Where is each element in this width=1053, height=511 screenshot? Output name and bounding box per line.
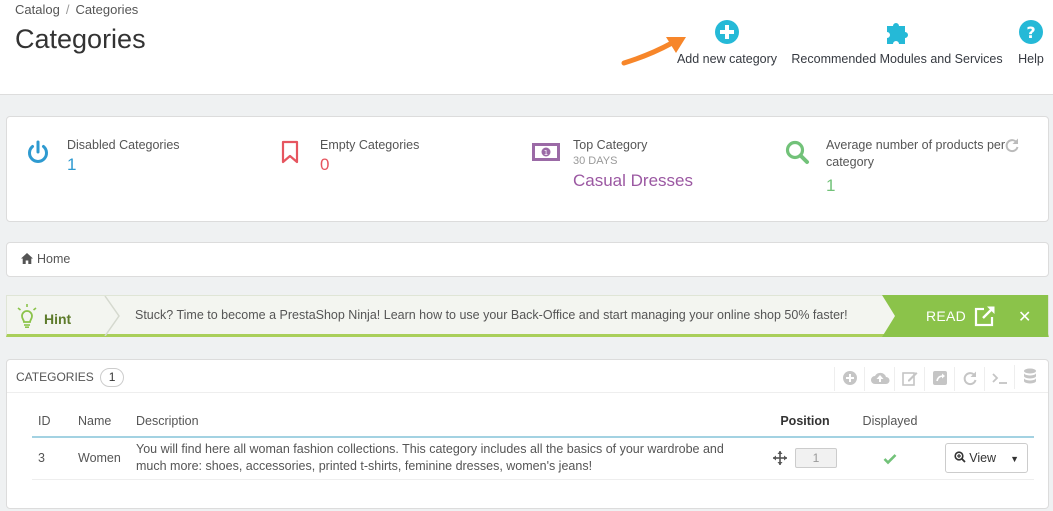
svg-text:?: ? — [1026, 23, 1035, 42]
kpi-disabled-title: Disabled Categories — [67, 138, 180, 152]
kpi-empty-title: Empty Categories — [320, 138, 420, 152]
upload-cloud-icon[interactable] — [864, 367, 894, 391]
external-link-icon[interactable] — [974, 305, 996, 327]
column-header-displayed[interactable]: Displayed — [850, 408, 930, 438]
column-header-name[interactable]: Name — [72, 408, 130, 438]
add-new-category-label: Add new category — [676, 52, 778, 66]
view-button[interactable]: View ▼ — [944, 443, 1028, 474]
kpi-top-value: Casual Dresses — [573, 171, 693, 190]
categories-title-text: CATEGORIES — [16, 370, 94, 384]
home-icon — [21, 253, 33, 264]
database-icon[interactable] — [1014, 365, 1044, 389]
category-tree-breadcrumb: Home — [6, 242, 1049, 277]
sql-query-icon[interactable] — [984, 367, 1014, 391]
row-displayed — [850, 437, 930, 480]
kpi-top-title: Top Category — [573, 138, 648, 152]
breadcrumb-catalog[interactable]: Catalog — [15, 2, 60, 17]
plus-circle-icon — [715, 20, 739, 44]
drag-move-icon[interactable] — [773, 451, 787, 466]
row-description: You will find here all woman fashion col… — [130, 437, 760, 480]
kpi-average-title: Average number of products per category — [826, 138, 1006, 169]
puzzle-icon — [887, 23, 908, 44]
lightbulb-icon — [17, 304, 37, 329]
hint-read-button[interactable]: READ — [926, 308, 966, 324]
hint-read-area: READ ✕ — [882, 295, 1048, 337]
kpi-empty-value: 0 — [320, 155, 330, 174]
hint-label-text: Hint — [44, 311, 72, 327]
power-icon — [28, 140, 48, 163]
categories-panel: CATEGORIES 1 ID Name Description Position… — [6, 359, 1049, 509]
breadcrumb: Catalog / Categories — [15, 2, 138, 17]
page-header: Catalog / Categories Categories Add new ca… — [0, 0, 1053, 95]
kpi-top-subtitle: 30 DAYS — [573, 155, 618, 167]
row-id: 3 — [32, 437, 72, 480]
question-circle-icon: ? — [1019, 20, 1043, 44]
hint-label: Hint — [16, 304, 72, 329]
view-button-label: View — [969, 451, 997, 466]
row-name: Women — [72, 437, 130, 480]
edit-icon[interactable] — [894, 367, 924, 391]
breadcrumb-separator: / — [65, 2, 70, 17]
bookmark-icon — [281, 140, 299, 164]
zoom-in-icon — [954, 451, 966, 463]
breadcrumb-current: Categories — [75, 2, 139, 17]
hint-read-arrow — [882, 295, 896, 337]
refresh-icon[interactable] — [1004, 137, 1020, 153]
hint-close-button[interactable]: ✕ — [1018, 307, 1031, 327]
chevron-down-icon[interactable]: ▼ — [1010, 454, 1019, 464]
categories-panel-title: CATEGORIES 1 — [16, 368, 125, 387]
check-icon[interactable] — [883, 453, 897, 465]
recommended-modules-button[interactable]: Recommended Modules and Services — [791, 18, 1003, 66]
page-title: Categories — [15, 24, 146, 54]
position-input[interactable]: 1 — [795, 448, 837, 469]
column-header-actions — [930, 408, 1034, 438]
hint-text: Stuck? Time to become a PrestaShop Ninja… — [135, 308, 848, 322]
column-header-position[interactable]: Position — [760, 408, 850, 438]
refresh-list-icon[interactable] — [954, 367, 984, 391]
help-label: Help — [1018, 52, 1044, 66]
svg-text:1: 1 — [544, 149, 548, 157]
row-actions: View ▼ — [930, 437, 1034, 480]
search-icon — [785, 140, 809, 164]
hint-divider-chevron — [104, 296, 120, 336]
list-toolbar — [834, 365, 1044, 391]
help-button[interactable]: ? Help — [1013, 18, 1049, 66]
export-icon[interactable] — [924, 367, 954, 391]
column-header-id[interactable]: ID — [32, 408, 72, 438]
add-icon[interactable] — [834, 367, 864, 391]
kpi-panel: Disabled Categories 1 Empty Categories 0… — [6, 116, 1049, 222]
categories-count-badge: 1 — [99, 368, 125, 387]
add-new-category-button[interactable]: Add new category — [676, 18, 778, 66]
tree-home-link[interactable]: Home — [37, 252, 70, 266]
recommended-modules-label: Recommended Modules and Services — [791, 52, 1003, 66]
money-icon: 1 — [532, 143, 560, 161]
categories-panel-header: CATEGORIES 1 — [7, 360, 1048, 393]
table-row[interactable]: 3 Women You will find here all woman fas… — [32, 437, 1034, 480]
table-header-row: ID Name Description Position Displayed — [32, 408, 1034, 438]
row-position: 1 — [760, 437, 850, 480]
column-header-description[interactable]: Description — [130, 408, 760, 438]
categories-table: ID Name Description Position Displayed 3… — [32, 408, 1034, 480]
hint-banner: Hint Stuck? Time to become a PrestaShop … — [6, 295, 1049, 337]
kpi-disabled-value: 1 — [67, 155, 77, 174]
kpi-average-value: 1 — [826, 176, 836, 195]
